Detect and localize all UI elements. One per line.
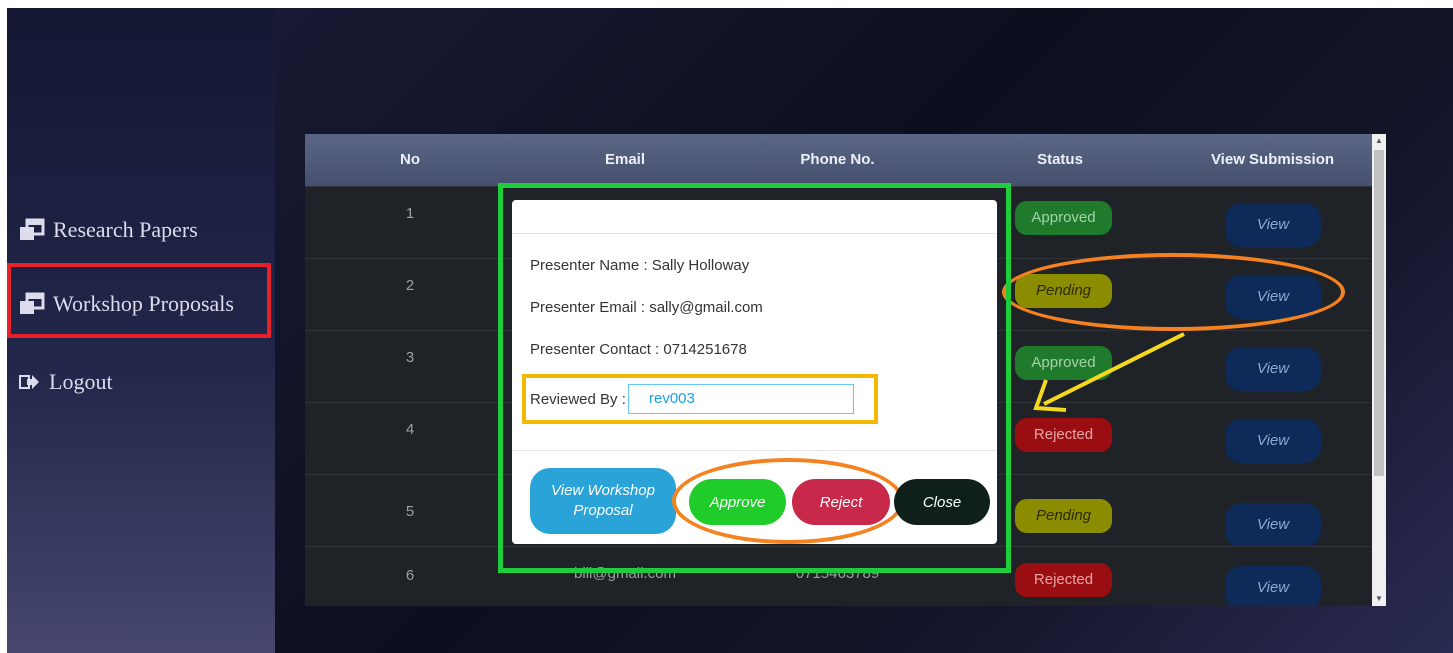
reviewed-by-label: Reviewed By : bbox=[530, 391, 626, 408]
status-badge: Approved bbox=[1015, 201, 1112, 235]
column-header-no: No bbox=[400, 151, 420, 168]
reviewed-by-input[interactable]: rev003 bbox=[628, 384, 854, 414]
table-header: No Email Phone No. Status View Submissio… bbox=[305, 134, 1372, 186]
sidebar-item-research-papers[interactable]: Research Papers bbox=[19, 210, 198, 250]
column-header-view-submission: View Submission bbox=[1210, 151, 1335, 168]
row-number: 1 bbox=[405, 205, 415, 222]
button-label-line-2: Proposal bbox=[573, 502, 633, 519]
sign-out-icon bbox=[19, 375, 39, 389]
column-header-phone: Phone No. bbox=[800, 151, 875, 168]
row-number: 6 bbox=[405, 567, 415, 584]
modal-footer-divider bbox=[512, 450, 997, 451]
button-label-line-1: View Workshop bbox=[551, 482, 655, 499]
view-button[interactable]: View bbox=[1225, 503, 1321, 547]
modal-header bbox=[512, 200, 997, 234]
scroll-up-icon[interactable]: ▲ bbox=[1372, 134, 1386, 148]
reject-button[interactable]: Reject bbox=[792, 479, 890, 525]
table-scrollbar[interactable]: ▲ ▼ bbox=[1372, 134, 1386, 606]
presenter-contact: Presenter Contact : 0714251678 bbox=[530, 341, 747, 358]
status-badge: Pending bbox=[1015, 499, 1112, 533]
clone-icon bbox=[20, 218, 45, 240]
sidebar-item-logout[interactable]: Logout bbox=[19, 362, 113, 402]
sidebar-item-workshop-proposals[interactable]: Workshop Proposals bbox=[19, 284, 234, 324]
status-badge: Rejected bbox=[1015, 563, 1112, 597]
app-window: Research Papers Workshop Proposals Logou… bbox=[7, 8, 1453, 653]
sidebar: Research Papers Workshop Proposals Logou… bbox=[7, 8, 275, 653]
workshop-proposal-modal: Presenter Name : Sally Holloway Presente… bbox=[512, 200, 997, 544]
row-number: 4 bbox=[405, 421, 415, 438]
row-number: 5 bbox=[405, 503, 415, 520]
scroll-thumb[interactable] bbox=[1374, 150, 1384, 476]
pending-row-highlight-ellipse bbox=[1002, 253, 1345, 331]
view-button[interactable]: View bbox=[1225, 203, 1321, 247]
column-header-status: Status bbox=[1037, 151, 1083, 168]
clone-icon bbox=[20, 292, 45, 314]
row-number: 2 bbox=[405, 277, 415, 294]
view-button[interactable]: View bbox=[1225, 566, 1321, 606]
sidebar-item-label: Research Papers bbox=[53, 217, 198, 242]
approve-button[interactable]: Approve bbox=[689, 479, 786, 525]
row-number: 3 bbox=[405, 349, 415, 366]
view-button[interactable]: View bbox=[1225, 419, 1321, 463]
scroll-down-icon[interactable]: ▼ bbox=[1372, 592, 1386, 606]
view-workshop-proposal-button[interactable]: View Workshop Proposal bbox=[530, 468, 676, 534]
annotation-arrow-icon bbox=[1033, 332, 1185, 412]
sidebar-item-label: Workshop Proposals bbox=[53, 291, 234, 316]
presenter-email: Presenter Email : sally@gmail.com bbox=[530, 299, 763, 316]
sidebar-item-label: Logout bbox=[49, 369, 113, 394]
presenter-name: Presenter Name : Sally Holloway bbox=[530, 257, 750, 274]
column-header-email: Email bbox=[604, 151, 646, 168]
status-badge: Rejected bbox=[1015, 418, 1112, 452]
close-button[interactable]: Close bbox=[894, 479, 990, 525]
view-button[interactable]: View bbox=[1225, 347, 1321, 391]
